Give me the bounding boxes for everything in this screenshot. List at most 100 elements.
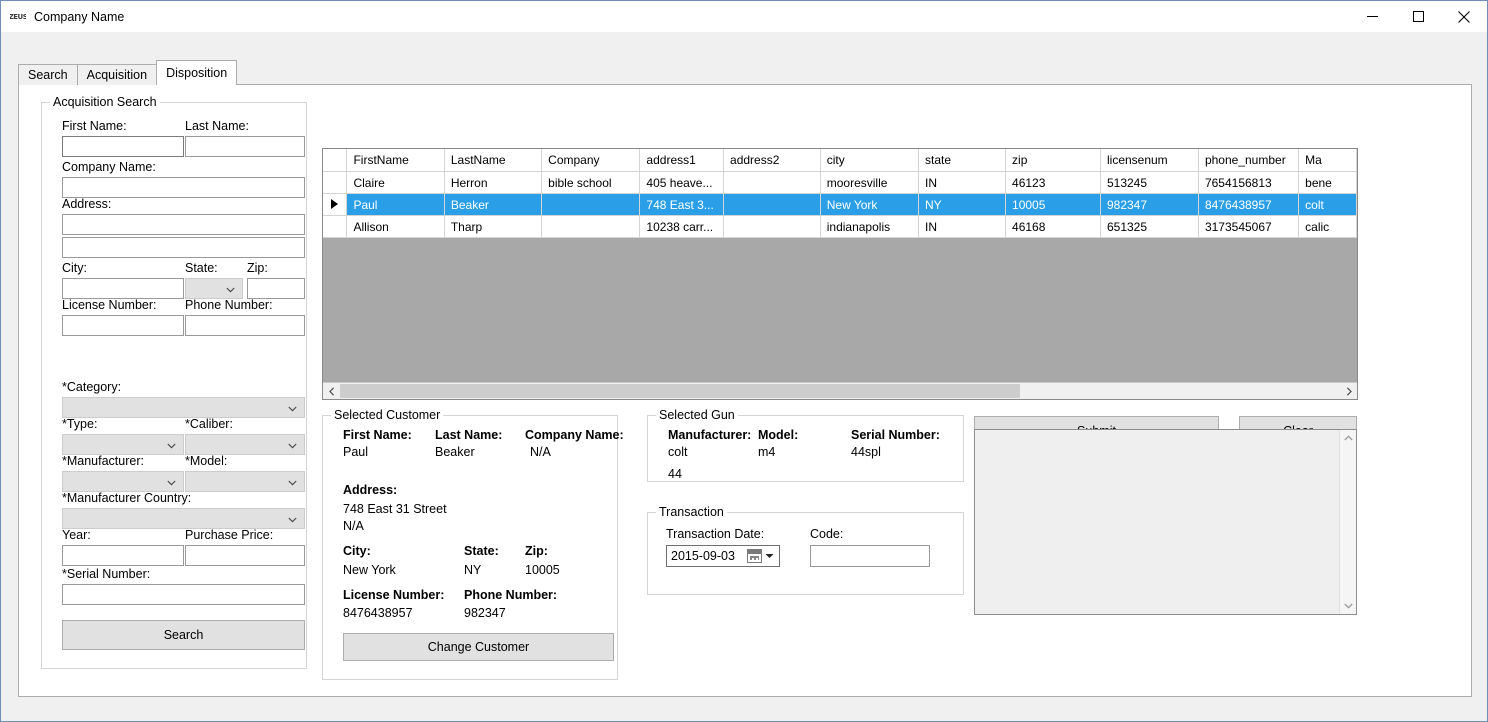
manufacturer-label: *Manufacturer:: [62, 454, 144, 468]
grid-col-address2[interactable]: address2: [723, 149, 821, 172]
cell-state[interactable]: IN: [918, 215, 1007, 238]
company-name-input[interactable]: [62, 177, 305, 198]
tab-disposition[interactable]: Disposition: [156, 60, 238, 85]
tab-control: Search Acquisition Disposition Acquisiti…: [18, 60, 1472, 697]
grid-col-company[interactable]: Company: [541, 149, 641, 172]
type-combobox[interactable]: [62, 434, 184, 455]
tab-acquisition[interactable]: Acquisition: [76, 64, 158, 85]
cell-licensenum[interactable]: 513245: [1100, 171, 1199, 194]
row-header-selected[interactable]: [323, 193, 348, 216]
sg-manufacturer-label: Manufacturer:: [668, 428, 752, 442]
transaction-date-picker[interactable]: 2015-09-03: [666, 545, 780, 567]
table-row[interactable]: Paul Beaker 748 East 3... New York NY 10…: [323, 193, 1357, 216]
serial-number-input[interactable]: [62, 584, 305, 605]
cell-licensenum[interactable]: 651325: [1100, 215, 1199, 238]
chevron-down-icon: [288, 473, 297, 491]
chevron-down-icon[interactable]: [1343, 601, 1353, 611]
minimize-icon[interactable]: [1349, 1, 1395, 32]
output-vertical-scrollbar[interactable]: [1339, 430, 1356, 614]
row-header[interactable]: [323, 215, 348, 238]
hscroll-thumb[interactable]: [340, 384, 1020, 398]
year-input[interactable]: [62, 545, 184, 566]
cell-address2[interactable]: [723, 193, 821, 216]
cell-manufacturer[interactable]: bene: [1298, 171, 1357, 194]
chevron-up-icon[interactable]: [1343, 433, 1353, 443]
grid-table: FirstName LastName Company address1 addr…: [323, 149, 1357, 238]
purchase-price-input[interactable]: [185, 545, 305, 566]
address1-input[interactable]: [62, 214, 305, 235]
phone-number-input[interactable]: [185, 315, 305, 336]
cell-licensenum[interactable]: 982347: [1100, 193, 1199, 216]
grid-col-city[interactable]: city: [820, 149, 920, 172]
cell-company[interactable]: [541, 215, 641, 238]
cell-state[interactable]: NY: [918, 193, 1007, 216]
table-row[interactable]: Claire Herron bible school 405 heave... …: [323, 171, 1357, 194]
customer-data-grid[interactable]: FirstName LastName Company address1 addr…: [322, 148, 1358, 400]
chevron-down-icon[interactable]: [765, 551, 774, 561]
zip-input[interactable]: [247, 278, 305, 299]
cell-firstname[interactable]: Claire: [346, 171, 445, 194]
grid-col-manufacturer[interactable]: Ma: [1298, 149, 1357, 172]
grid-col-phonenumber[interactable]: phone_number: [1198, 149, 1300, 172]
cell-firstname[interactable]: Allison: [346, 215, 445, 238]
grid-col-state[interactable]: state: [918, 149, 1007, 172]
output-text[interactable]: [975, 430, 1339, 614]
grid-col-lastname[interactable]: LastName: [444, 149, 543, 172]
cell-zip[interactable]: 10005: [1005, 193, 1101, 216]
calendar-icon[interactable]: [747, 549, 762, 563]
cell-address1[interactable]: 10238 carr...: [639, 215, 725, 238]
cell-phonenumber[interactable]: 8476438957: [1198, 193, 1300, 216]
change-customer-button[interactable]: Change Customer: [343, 633, 614, 661]
tab-search[interactable]: Search: [18, 64, 78, 85]
search-button[interactable]: Search: [62, 620, 305, 650]
close-icon[interactable]: [1441, 1, 1487, 32]
manufacturer-country-combobox[interactable]: [62, 508, 305, 529]
cell-address1[interactable]: 748 East 3...: [639, 193, 725, 216]
chevron-left-icon[interactable]: [323, 383, 340, 399]
grid-col-licensenum[interactable]: licensenum: [1100, 149, 1199, 172]
hscroll-track[interactable]: [340, 383, 1340, 399]
state-combobox[interactable]: [185, 278, 243, 299]
first-name-input[interactable]: [62, 136, 184, 157]
cell-zip[interactable]: 46168: [1005, 215, 1101, 238]
cell-city[interactable]: mooresville: [820, 171, 920, 194]
cell-manufacturer[interactable]: colt: [1298, 193, 1357, 216]
license-number-input[interactable]: [62, 315, 184, 336]
cell-phonenumber[interactable]: 3173545067: [1198, 215, 1300, 238]
cell-company[interactable]: [541, 193, 641, 216]
cell-lastname[interactable]: Beaker: [444, 193, 543, 216]
city-input[interactable]: [62, 278, 184, 299]
cell-address1[interactable]: 405 heave...: [639, 171, 725, 194]
chevron-right-icon[interactable]: [1340, 383, 1357, 399]
cell-state[interactable]: IN: [918, 171, 1007, 194]
maximize-icon[interactable]: [1395, 1, 1441, 32]
manufacturer-combobox[interactable]: [62, 471, 184, 492]
sc-license-number-value: 8476438957: [343, 606, 413, 620]
last-name-input[interactable]: [185, 136, 305, 157]
cell-phonenumber[interactable]: 7654156813: [1198, 171, 1300, 194]
code-input[interactable]: [810, 545, 930, 567]
cell-firstname[interactable]: Paul: [346, 193, 445, 216]
cell-manufacturer[interactable]: calic: [1298, 215, 1357, 238]
category-combobox[interactable]: [62, 397, 305, 418]
grid-col-address1[interactable]: address1: [639, 149, 725, 172]
grid-corner-header: [323, 149, 348, 172]
cell-city[interactable]: indianapolis: [820, 215, 920, 238]
grid-col-zip[interactable]: zip: [1005, 149, 1101, 172]
cell-lastname[interactable]: Herron: [444, 171, 543, 194]
table-row[interactable]: Allison Tharp 10238 carr... indianapolis…: [323, 215, 1357, 238]
cell-zip[interactable]: 46123: [1005, 171, 1101, 194]
model-combobox[interactable]: [185, 471, 305, 492]
grid-horizontal-scrollbar[interactable]: [323, 382, 1357, 399]
cell-company[interactable]: bible school: [541, 171, 641, 194]
row-header[interactable]: [323, 171, 348, 194]
cell-address2[interactable]: [723, 171, 821, 194]
cell-address2[interactable]: [723, 215, 821, 238]
output-textarea[interactable]: [974, 429, 1357, 615]
caliber-combobox[interactable]: [185, 434, 305, 455]
grid-col-firstname[interactable]: FirstName: [346, 149, 445, 172]
cell-city[interactable]: New York: [820, 193, 920, 216]
sg-manufacturer-value: colt: [668, 445, 688, 459]
address2-input[interactable]: [62, 237, 305, 258]
cell-lastname[interactable]: Tharp: [444, 215, 543, 238]
